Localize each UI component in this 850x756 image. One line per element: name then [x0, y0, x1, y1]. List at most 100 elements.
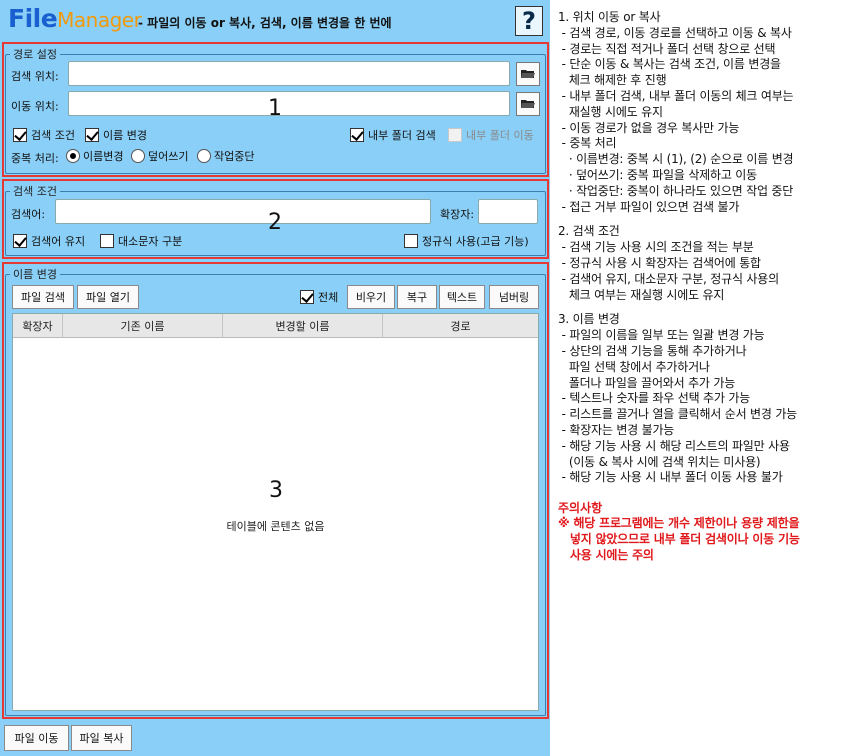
case-sensitive-label: 대소문자 구분 [118, 235, 183, 248]
instruction-line: 체크 여부는 재실행 시에도 유지 [558, 287, 725, 302]
duplicate-rename-radio[interactable]: 이름변경 [66, 148, 123, 164]
help-button[interactable]: ? [515, 6, 543, 36]
instruction-line: 파일 선택 창에서 추가하거나 [558, 359, 710, 374]
radio-dot [66, 149, 80, 163]
checkbox-box [350, 128, 364, 142]
section-number-1: 1 [268, 96, 282, 121]
duplicate-option-label: 이름변경 [83, 150, 124, 163]
instruction-line: - 파일의 이름을 일부 또는 일괄 변경 가능 [558, 328, 765, 343]
regex-label: 정규식 사용(고급 기능) [422, 235, 529, 248]
instruction-line: - 확장자는 변경 불가능 [558, 422, 675, 437]
table-header: 확장자 기존 이름 변경할 이름 경로 [13, 314, 538, 338]
instruction-line: - 텍스트나 숫자를 좌우 선택 추가 가능 [558, 391, 751, 406]
move-location-folder-button[interactable] [516, 92, 540, 116]
checkbox-box [13, 128, 27, 142]
search-conditions-legend: 검색 조건 [13, 185, 57, 198]
folder-icon [521, 100, 535, 108]
rename-checkbox[interactable]: 이름 변경 [85, 127, 147, 143]
duplicate-stop-radio[interactable]: 작업중단 [197, 148, 254, 164]
checkbox-box [448, 128, 462, 142]
instruction-line: 1. 위치 이동 or 복사 [558, 10, 661, 24]
title-bar: FileManager - 파일의 이동 or 복사, 검색, 이름 변경을 한… [0, 0, 550, 42]
warning-title: 주의사항 [558, 501, 603, 516]
keep-query-label: 검색어 유지 [31, 235, 86, 248]
warning-text: ※ 해당 프로그램에는 개수 제한이나 용량 제한을 넣지 않았으므로 내부 폴… [558, 516, 848, 563]
regex-checkbox[interactable]: 정규식 사용(고급 기능) [404, 233, 529, 249]
section-number-2: 2 [268, 210, 282, 235]
search-location-input[interactable] [68, 61, 510, 86]
column-header-new-name[interactable]: 변경할 이름 [223, 314, 383, 337]
inner-folder-search-label: 내부 폴더 검색 [368, 129, 436, 142]
checkbox-box [85, 128, 99, 142]
instruction-line: - 해당 기능 사용 시 해당 리스트의 파일만 사용 [558, 438, 790, 453]
instruction-spacer [558, 215, 848, 224]
search-condition-checkbox[interactable]: 검색 조건 [13, 127, 75, 143]
text-button[interactable]: 텍스트 [439, 285, 485, 309]
file-copy-button[interactable]: 파일 복사 [71, 725, 132, 751]
file-open-button[interactable]: 파일 열기 [77, 285, 139, 309]
search-location-label: 검색 위치: [11, 70, 59, 83]
move-location-label: 이동 위치: [11, 100, 59, 113]
numbering-button[interactable]: 넘버링 [489, 285, 539, 309]
checkbox-box [300, 290, 314, 304]
instruction-line: - 접근 거부 파일이 있으면 검색 불가 [558, 199, 740, 214]
query-input[interactable] [55, 199, 431, 224]
radio-dot [197, 149, 211, 163]
instruction-line: - 해당 기능 사용 시 내부 폴더 이동 사용 불가 [558, 470, 783, 485]
instruction-line: - 내부 폴더 검색, 내부 폴더 이동의 체크 여부는 [558, 88, 794, 103]
path-settings-legend: 경로 설정 [13, 48, 57, 61]
table-empty-placeholder: 테이블에 콘텐츠 없음 [226, 520, 325, 533]
radio-dot [131, 149, 145, 163]
file-manager-window: FileManager - 파일의 이동 or 복사, 검색, 이름 변경을 한… [0, 0, 850, 756]
checkbox-box [100, 234, 114, 248]
logo-file-text: File [8, 4, 58, 33]
instructions-text: 1. 위치 이동 or 복사 - 검색 경로, 이동 경로를 선택하고 이동 &… [558, 10, 848, 486]
restore-button[interactable]: 복구 [397, 285, 437, 309]
query-label: 검색어: [11, 208, 46, 221]
column-header-path[interactable]: 경로 [383, 314, 538, 337]
clear-button[interactable]: 비우기 [347, 285, 395, 309]
duplicate-overwrite-radio[interactable]: 덮어쓰기 [131, 148, 188, 164]
rename-label: 이름 변경 [103, 129, 147, 142]
warning-line: ※ 해당 프로그램에는 개수 제한이나 용량 제한을 [558, 516, 800, 531]
move-location-input[interactable] [68, 91, 510, 116]
instruction-line: - 상단의 검색 기능을 통해 추가하거나 [558, 343, 747, 358]
column-header-original-name[interactable]: 기존 이름 [63, 314, 223, 337]
left-panel: FileManager - 파일의 이동 or 복사, 검색, 이름 변경을 한… [0, 0, 550, 756]
instruction-line: - 경로는 직접 적거나 폴더 선택 창으로 선택 [558, 41, 776, 56]
search-location-folder-button[interactable] [516, 62, 540, 86]
extension-input[interactable] [478, 199, 538, 224]
inner-folder-move-checkbox[interactable]: 내부 폴더 이동 [448, 127, 534, 143]
warning-line: 사용 시에는 주의 [558, 547, 654, 562]
checkbox-box [404, 234, 418, 248]
instruction-line: 3. 이름 변경 [558, 312, 620, 327]
rename-table[interactable]: 확장자 기존 이름 변경할 이름 경로 3 테이블에 콘텐츠 없음 [12, 313, 539, 711]
select-all-label: 전체 [318, 291, 339, 304]
instructions-panel: 1. 위치 이동 or 복사 - 검색 경로, 이동 경로를 선택하고 이동 &… [558, 10, 848, 564]
instruction-line: 체크 해제한 후 진행 [558, 73, 667, 88]
column-header-extension[interactable]: 확장자 [13, 314, 63, 337]
instruction-line: - 검색 기능 사용 시의 조건을 적는 부분 [558, 240, 754, 255]
keep-query-checkbox[interactable]: 검색어 유지 [13, 233, 85, 249]
file-move-button[interactable]: 파일 이동 [4, 725, 69, 751]
file-search-button[interactable]: 파일 검색 [12, 285, 74, 309]
warning-line: 넣지 않았으므로 내부 폴더 검색이나 이동 기능 [558, 531, 800, 546]
instruction-line: 재실행 시에도 유지 [558, 104, 663, 119]
case-sensitive-checkbox[interactable]: 대소문자 구분 [100, 233, 182, 249]
instruction-line: · 작업중단: 중복이 하나라도 있으면 작업 중단 [558, 183, 794, 198]
inner-folder-move-label: 내부 폴더 이동 [466, 129, 534, 142]
duplicate-option-label: 작업중단 [214, 150, 255, 163]
instruction-spacer [558, 303, 848, 312]
duplicate-option-label: 덮어쓰기 [148, 150, 189, 163]
checkbox-box [13, 234, 27, 248]
instruction-line: (이동 & 복사 시에 검색 위치는 미사용) [558, 454, 761, 469]
instruction-line: - 검색어 유지, 대소문자 구분, 정규식 사용의 [558, 271, 780, 286]
instruction-line: - 단순 이동 & 복사는 검색 조건, 이름 변경을 [558, 57, 781, 72]
section-number-3: 3 [269, 478, 283, 503]
instruction-line: - 이동 경로가 없을 경우 복사만 가능 [558, 120, 740, 135]
inner-folder-search-checkbox[interactable]: 내부 폴더 검색 [350, 127, 436, 143]
folder-icon [521, 70, 535, 78]
search-condition-label: 검색 조건 [31, 129, 75, 142]
instruction-line: · 덮어쓰기: 중복 파일을 삭제하고 이동 [558, 167, 757, 182]
select-all-checkbox[interactable]: 전체 [300, 289, 338, 305]
